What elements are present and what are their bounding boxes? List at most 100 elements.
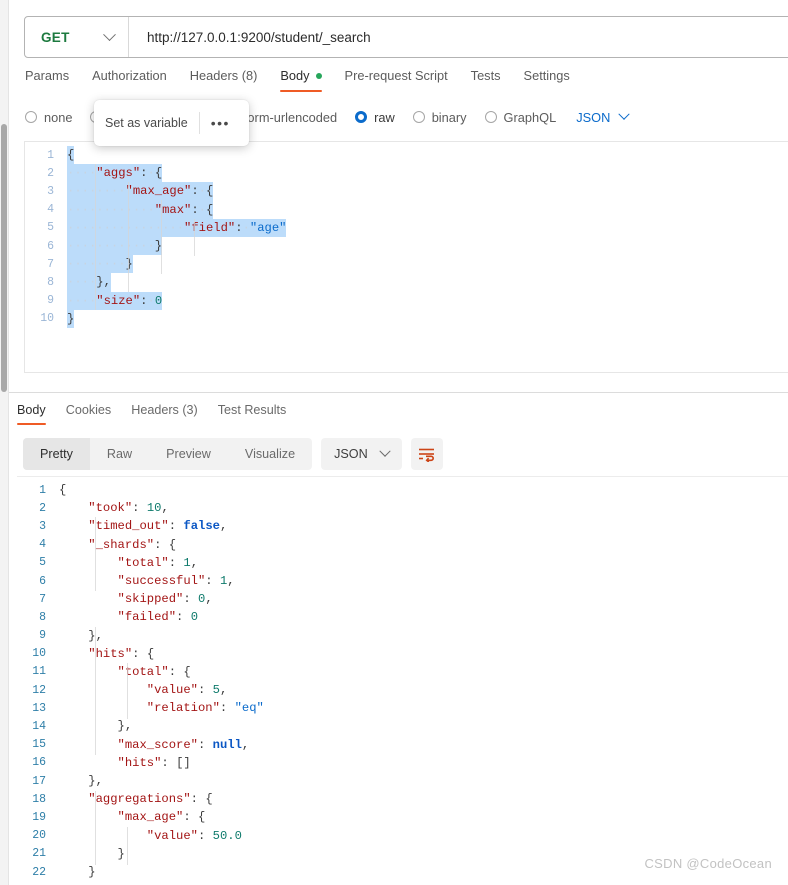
- response-tab-cookies[interactable]: Cookies: [66, 403, 124, 425]
- code-text[interactable]: ········}: [67, 255, 133, 274]
- body-type-graphql[interactable]: GraphQL: [484, 110, 556, 125]
- view-mode-raw[interactable]: Raw: [90, 438, 149, 470]
- code-text[interactable]: {: [67, 146, 75, 165]
- line-number: 8: [39, 610, 46, 624]
- request-tab-headers[interactable]: Headers (8): [190, 68, 272, 92]
- response-tab-headers[interactable]: Headers (3): [131, 403, 210, 425]
- code-text[interactable]: ············}: [67, 236, 163, 256]
- code-text[interactable]: "max_age": {: [59, 808, 206, 826]
- view-mode-label: Visualize: [244, 447, 296, 461]
- code-line: 10 "hits": {: [17, 645, 788, 663]
- line-number: 13: [32, 701, 46, 715]
- raw-format-selector[interactable]: JSON: [576, 108, 630, 125]
- response-view-mode-group: Pretty Raw Preview Visualize: [23, 438, 313, 470]
- request-body-editor[interactable]: 1{2 ····"aggs":·{3 ········"max_age":·{4 ··…: [24, 141, 788, 373]
- code-text[interactable]: ········"max_age":·{: [67, 182, 214, 201]
- panel-divider[interactable]: [9, 392, 788, 393]
- code-text[interactable]: }: [59, 845, 125, 863]
- code-line: 20 "value": 50.0: [17, 827, 788, 845]
- response-format-label: JSON: [334, 447, 368, 461]
- code-text[interactable]: {: [59, 481, 66, 499]
- body-type-label: none: [44, 109, 73, 125]
- code-text[interactable]: ············"max":·{: [67, 200, 214, 219]
- code-text[interactable]: "total": 1,: [59, 554, 199, 572]
- code-text[interactable]: "hits": []: [59, 754, 191, 772]
- code-text[interactable]: "failed": 0: [59, 608, 199, 626]
- line-number: 1: [39, 483, 46, 497]
- view-mode-label: Preview: [166, 447, 211, 461]
- line-number: 10: [32, 647, 46, 661]
- request-tabs: Params Authorization Headers (8) Body Pr…: [25, 68, 593, 98]
- code-text[interactable]: "skipped": 0,: [59, 590, 213, 608]
- line-number: 21: [32, 847, 46, 861]
- response-tab-test-results[interactable]: Test Results: [218, 403, 299, 425]
- radio-icon: [484, 111, 497, 123]
- code-line: 17 },: [17, 772, 788, 790]
- code-line: 2 "took": 10,: [17, 499, 788, 517]
- body-type-none[interactable]: none: [25, 110, 72, 125]
- code-text[interactable]: }: [67, 309, 75, 328]
- http-method-selector[interactable]: GET: [25, 17, 129, 57]
- code-line: 12 "value": 5,: [17, 681, 788, 699]
- code-text[interactable]: "value": 5,: [59, 681, 228, 699]
- popup-more-options-button[interactable]: •••: [200, 115, 241, 131]
- request-tab-body[interactable]: Body: [280, 68, 335, 92]
- code-line: 7 ········}: [25, 255, 788, 274]
- radio-icon: [25, 111, 37, 123]
- code-line: 4 ············"max":·{: [25, 200, 788, 219]
- radio-icon: [355, 111, 368, 123]
- line-number: 18: [32, 792, 46, 806]
- url-input[interactable]: http://127.0.0.1:9200/student/_search: [129, 30, 788, 45]
- app-scrollbar[interactable]: [0, 0, 9, 885]
- app-scrollbar-thumb[interactable]: [1, 124, 7, 392]
- view-mode-label: Raw: [106, 447, 133, 461]
- request-tab-authorization[interactable]: Authorization: [92, 68, 181, 92]
- code-text[interactable]: "total": {: [59, 663, 191, 681]
- view-mode-pretty[interactable]: Pretty: [23, 438, 90, 470]
- request-tab-label: Headers (8): [189, 68, 258, 83]
- code-text[interactable]: "successful": 1,: [59, 572, 235, 590]
- code-text[interactable]: "max_score": null,: [59, 736, 250, 754]
- code-text[interactable]: "_shards": {: [59, 536, 176, 554]
- code-line: 9 ····"size":·0: [25, 291, 788, 310]
- code-text[interactable]: "took": 10,: [59, 499, 169, 517]
- code-line: 18 "aggregations": {: [17, 790, 788, 808]
- response-tab-label: Body: [17, 403, 46, 417]
- chevron-down-icon: [103, 27, 116, 41]
- line-number: 6: [47, 239, 54, 253]
- code-text[interactable]: }: [59, 863, 95, 881]
- body-type-raw[interactable]: raw: [355, 110, 395, 125]
- word-wrap-button[interactable]: [410, 438, 443, 470]
- response-format-selector[interactable]: JSON: [321, 438, 402, 470]
- line-number: 17: [32, 774, 46, 788]
- code-line: 16 "hits": []: [17, 754, 788, 772]
- response-tab-body[interactable]: Body: [17, 403, 58, 425]
- code-text[interactable]: ····"size":·0: [67, 291, 163, 310]
- indent-guide: [95, 164, 96, 310]
- request-tab-pre-request-script[interactable]: Pre-request Script: [345, 68, 462, 92]
- code-line: 10}: [25, 309, 788, 328]
- code-line: 5 "total": 1,: [17, 554, 788, 572]
- line-number: 6: [39, 574, 46, 588]
- code-text[interactable]: "timed_out": false,: [59, 517, 227, 535]
- view-mode-visualize[interactable]: Visualize: [228, 438, 312, 470]
- code-text[interactable]: ················"field":·"age": [67, 218, 287, 237]
- response-tabs: Body Cookies Headers (3) Test Results: [17, 403, 306, 431]
- code-text[interactable]: },: [59, 772, 103, 790]
- word-wrap-icon: [419, 448, 435, 462]
- code-text[interactable]: "value": 50.0: [59, 827, 242, 845]
- code-text[interactable]: "aggregations": {: [59, 790, 212, 808]
- code-text[interactable]: "hits": {: [59, 645, 154, 663]
- body-type-binary[interactable]: binary: [412, 110, 467, 125]
- code-text[interactable]: },: [59, 627, 103, 645]
- code-text[interactable]: ····"aggs":·{: [67, 164, 163, 183]
- set-as-variable-button[interactable]: Set as variable: [94, 116, 199, 130]
- view-mode-preview[interactable]: Preview: [149, 438, 228, 470]
- request-tab-tests[interactable]: Tests: [471, 68, 515, 92]
- code-text[interactable]: "relation": "eq": [59, 699, 264, 717]
- request-tab-label: Params: [25, 68, 70, 83]
- request-tab-params[interactable]: Params: [25, 68, 83, 92]
- code-text[interactable]: ····},: [67, 273, 111, 292]
- response-body-viewer[interactable]: 1{2 "took": 10, 3 "timed_out": false, 4 "_…: [17, 476, 788, 885]
- request-tab-settings[interactable]: Settings: [524, 68, 584, 92]
